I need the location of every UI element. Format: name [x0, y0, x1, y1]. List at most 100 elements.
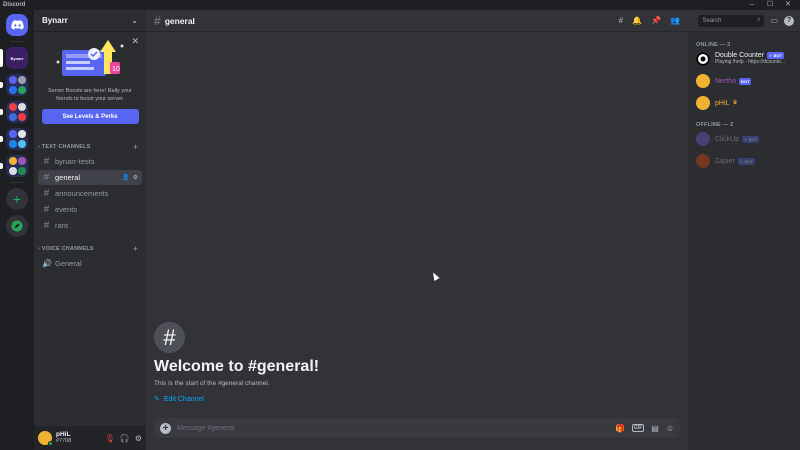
server-folder-2[interactable]	[0, 101, 28, 123]
hash-icon: #	[43, 220, 50, 231]
server-icon	[17, 85, 26, 94]
bell-icon[interactable]: 🔔	[632, 16, 642, 25]
channel-label: bynarr-tests	[55, 157, 95, 166]
member-double-counter[interactable]: Double Counter ✓ BOT Playing /help - http…	[688, 48, 800, 70]
bot-badge: BOT	[739, 77, 752, 85]
discord-logo-icon	[10, 20, 24, 30]
add-channel-icon[interactable]: +	[133, 244, 138, 254]
server-folder-1[interactable]	[0, 74, 28, 96]
member-list-icon[interactable]: 👥	[670, 16, 680, 25]
channel-label: General	[55, 259, 82, 268]
channel-title: general	[164, 15, 195, 26]
server-icon	[8, 139, 17, 148]
member-info: ClickUp ✓ BOT	[715, 135, 760, 143]
server-icon	[8, 103, 17, 112]
threads-icon[interactable]: #	[619, 16, 623, 25]
online-status-icon	[48, 441, 53, 446]
search-input[interactable]: Search ⌕	[698, 14, 765, 27]
member-info: Double Counter ✓ BOT Playing /help - http…	[715, 52, 785, 66]
member-zapier[interactable]: Zapier ✓ BOT	[688, 150, 800, 172]
maximize-button[interactable]: ☐	[764, 0, 776, 10]
server-header[interactable]: Bynarr ⌄	[34, 10, 146, 32]
server-folder-4[interactable]	[0, 155, 28, 177]
invite-icon[interactable]: 👤	[122, 174, 129, 181]
member-name: Zapier ✓ BOT	[715, 157, 755, 165]
message-input[interactable]: Message #general	[177, 425, 235, 432]
add-channel-icon[interactable]: +	[133, 142, 138, 152]
member-clickup[interactable]: ClickUp ✓ BOT	[688, 128, 800, 150]
avatar	[696, 74, 710, 88]
avatar	[696, 52, 710, 66]
plus-icon: +	[12, 191, 22, 207]
avatar	[696, 154, 710, 168]
microphone-muted-icon[interactable]: 🎙	[105, 434, 115, 443]
close-icon[interactable]: ✕	[131, 36, 139, 47]
edit-channel-link[interactable]: ✎ Edit Channel	[154, 395, 319, 404]
members-header: Search ⌕ ▭ ?	[688, 10, 800, 32]
upload-plus-icon[interactable]: +	[160, 422, 171, 434]
headphones-icon[interactable]: 🎧	[120, 434, 130, 443]
close-window-button[interactable]: ✕	[782, 0, 794, 10]
member-nertha[interactable]: Nertha BOT	[688, 70, 800, 92]
welcome-subtitle: This is the start of the #general channe…	[154, 380, 270, 387]
help-icon[interactable]: ?	[784, 15, 794, 26]
channel-announcements[interactable]: # announcements	[38, 186, 142, 201]
user-controls: 🎙 🎧 ⚙	[105, 434, 142, 443]
channel-bynarr-tests[interactable]: # bynarr-tests	[38, 154, 142, 169]
server-icon	[17, 103, 26, 112]
add-server-button[interactable]: +	[6, 188, 28, 210]
category-voice-channels[interactable]: › VOICE CHANNELS +	[34, 243, 146, 255]
server-icon	[8, 157, 17, 166]
bot-badge: ✓ BOT	[742, 135, 760, 143]
gift-icon[interactable]: 🎁	[615, 424, 625, 433]
hash-icon: #	[43, 204, 50, 215]
inbox-icon[interactable]: ▭	[770, 16, 778, 25]
minimize-button[interactable]: –	[746, 0, 758, 10]
see-levels-perks-button[interactable]: See Levels & Perks	[41, 109, 139, 124]
crown-icon: ♛	[732, 99, 738, 106]
speaker-icon: 🔊	[42, 259, 52, 268]
hash-icon: #	[43, 188, 50, 199]
member-name: Double Counter ✓ BOT	[715, 52, 784, 59]
avatar[interactable]	[38, 431, 53, 446]
server-icon	[8, 76, 17, 85]
user-tag: #7708	[56, 438, 72, 444]
member-list: Search ⌕ ▭ ? ONLINE — 3 Double Counter ✓ …	[688, 10, 800, 450]
sticker-icon[interactable]: ▤	[651, 424, 659, 433]
avatar	[696, 96, 710, 110]
gif-icon[interactable]: GIF	[631, 424, 645, 432]
channel-rant[interactable]: # rant	[38, 218, 142, 233]
member-phil[interactable]: pHiL ♛	[688, 92, 800, 114]
category-text-channels[interactable]: › TEXT CHANNELS +	[34, 141, 146, 153]
server-separator	[10, 182, 24, 183]
gear-icon[interactable]: ⚙	[135, 434, 142, 443]
boost-badge-text: 10	[112, 66, 120, 73]
channel-events[interactable]: # events	[38, 202, 142, 217]
boost-illustration-icon: 10	[56, 40, 124, 76]
emoji-icon[interactable]: ☺	[666, 424, 674, 433]
voice-channel-general[interactable]: 🔊 General	[38, 256, 142, 271]
app-title: Discord	[3, 2, 26, 8]
server-bynarr[interactable]: Bynarr	[0, 47, 28, 69]
server-icon	[17, 112, 26, 121]
channel-header: # general # 🔔 📌 👥	[146, 10, 688, 32]
server-icon	[8, 85, 17, 94]
hash-icon: #	[43, 156, 50, 167]
channel-general[interactable]: # general 👤 ⚙	[38, 170, 142, 185]
member-info: Nertha BOT	[715, 77, 752, 85]
home-button[interactable]	[6, 14, 28, 36]
user-info[interactable]: pHiL #7708	[56, 431, 71, 445]
double-counter-logo-icon	[696, 52, 710, 66]
gear-icon[interactable]: ⚙	[133, 174, 138, 181]
server-folder-3[interactable]	[0, 128, 28, 150]
server-icon	[17, 130, 26, 139]
window-controls: – ☐ ✕	[746, 0, 800, 10]
server-list: Bynarr +	[0, 10, 34, 450]
server-icon	[17, 76, 26, 85]
server-icon	[17, 139, 26, 148]
explore-servers-button[interactable]	[6, 215, 28, 237]
unread-pill	[0, 82, 3, 88]
pin-icon[interactable]: 📌	[651, 16, 661, 25]
composer-tools: 🎁 GIF ▤ ☺	[615, 424, 674, 433]
user-panel: pHiL #7708 🎙 🎧 ⚙	[34, 426, 146, 450]
